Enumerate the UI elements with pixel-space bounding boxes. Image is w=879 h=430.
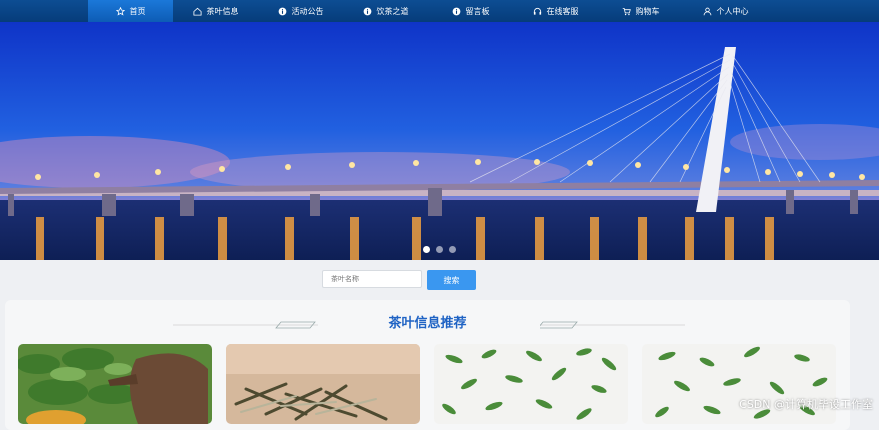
carousel-dot[interactable] [449, 246, 456, 253]
nav-label: 个人中心 [716, 6, 749, 16]
nav-item-tea-info[interactable]: 茶叶信息 [173, 0, 258, 22]
headset-icon [533, 7, 541, 15]
banner-carousel[interactable] [0, 22, 879, 260]
home-icon [192, 7, 202, 16]
nav-item-tea-culture[interactable]: 饮茶之道 [343, 0, 428, 22]
nav-item-message-board[interactable]: 留言板 [428, 0, 513, 22]
product-image [226, 344, 420, 424]
product-image [434, 344, 628, 424]
product-card[interactable] [18, 344, 212, 424]
nav-item-online-service[interactable]: 在线客服 [513, 0, 598, 22]
cart-icon [622, 7, 631, 15]
info-icon [363, 7, 371, 15]
banner-image [0, 22, 879, 260]
product-card[interactable] [434, 344, 628, 424]
star-icon [115, 6, 125, 16]
product-image [18, 344, 212, 424]
search-button[interactable]: 搜索 [427, 270, 476, 290]
user-icon [703, 7, 711, 15]
carousel-indicators [0, 246, 879, 253]
nav-label: 购物车 [635, 6, 660, 16]
info-icon [278, 7, 286, 15]
product-card[interactable] [642, 344, 836, 424]
carousel-dot[interactable] [436, 246, 443, 253]
search-bar: 搜索 [322, 270, 476, 290]
nav-item-cart[interactable]: 购物车 [598, 0, 683, 22]
nav-item-user-center[interactable]: 个人中心 [683, 0, 768, 22]
title-decoration-right [540, 321, 685, 329]
nav-label: 活动公告 [291, 6, 324, 16]
top-navigation-bar: 首页 茶叶信息 活动公告 饮茶之道 留言板 在线客服 购物车 个人中心 [0, 0, 879, 22]
nav-item-announcements[interactable]: 活动公告 [258, 0, 343, 22]
product-image [642, 344, 836, 424]
info-icon [452, 7, 460, 15]
carousel-dot[interactable] [423, 246, 430, 253]
nav-item-home[interactable]: 首页 [88, 0, 173, 22]
nav-label: 首页 [129, 6, 146, 16]
product-card[interactable] [226, 344, 420, 424]
nav-label: 茶叶信息 [206, 6, 239, 16]
watermark: CSDN @计算机毕设工作室 [739, 398, 873, 411]
recommendation-panel: 茶叶信息推荐 [5, 300, 850, 430]
search-input[interactable] [322, 270, 422, 288]
nav-label: 在线客服 [546, 6, 579, 16]
main-nav: 首页 茶叶信息 活动公告 饮茶之道 留言板 在线客服 购物车 个人中心 [88, 0, 768, 22]
section-title: 茶叶信息推荐 [388, 316, 467, 331]
nav-label: 留言板 [465, 6, 490, 16]
nav-label: 饮茶之道 [376, 6, 409, 16]
